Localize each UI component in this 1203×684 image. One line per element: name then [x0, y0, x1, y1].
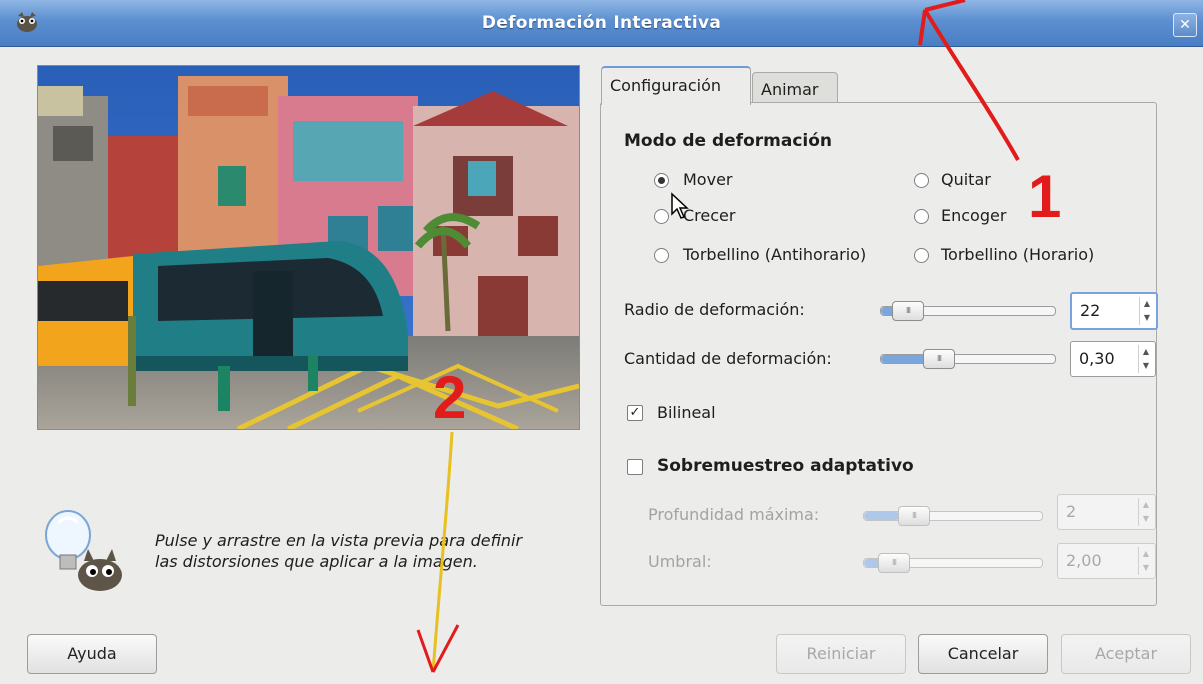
tab-configuracion-label: Configuración — [610, 76, 722, 95]
annotation-number-1: 1 — [1028, 163, 1062, 230]
annotation-arrowhead-2 — [416, 624, 460, 673]
annotation-number-2: 2 — [433, 364, 467, 431]
tab-configuracion[interactable]: Configuración — [601, 66, 751, 105]
annotation-arrow-2 — [431, 431, 454, 673]
annotation-arrow-1 — [923, 8, 1020, 161]
